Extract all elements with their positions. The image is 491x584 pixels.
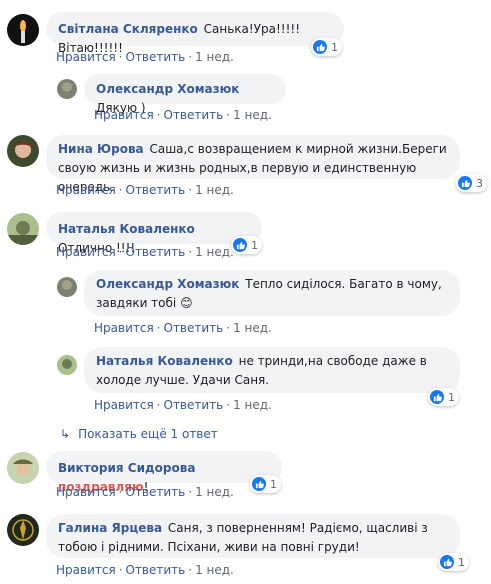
comment-time[interactable]: 1 нед. — [195, 50, 234, 64]
reply-bubble: Олександр Хомазюк Дякую ) — [84, 74, 286, 115]
comment-actions: Нравится · Ответить · 1 нед. — [56, 563, 234, 577]
comment-bubble: Галина Ярцева Саня, з поверненням! Радіє… — [46, 514, 460, 558]
avatar[interactable] — [57, 355, 77, 375]
comment-bubble: Світлана Скляренко Санька!Ура!!!!!Вітаю!… — [46, 12, 344, 55]
like-link[interactable]: Нравится — [56, 485, 116, 499]
reply-link[interactable]: Ответить — [126, 563, 186, 577]
comment-author[interactable]: Олександр Хомазюк — [96, 82, 239, 96]
comment-author[interactable]: Нина Юрова — [58, 142, 144, 156]
show-more-replies-link[interactable]: ↳ Показать ещё 1 ответ — [60, 427, 218, 441]
reply-link[interactable]: Ответить — [126, 50, 186, 64]
avatar-photo — [7, 452, 39, 484]
comment-author[interactable]: Наталья Коваленко — [58, 222, 195, 236]
comment-actions: Нравится · Ответить · 1 нед. — [94, 321, 272, 335]
comment-time[interactable]: 1 нед. — [233, 108, 272, 122]
comment-actions: Нравится · Ответить · 1 нед. — [94, 398, 272, 412]
comment-time[interactable]: 1 нед. — [195, 485, 234, 499]
comment-bubble: Наталья Коваленко Отлично !!!! — [46, 212, 262, 255]
comment-author[interactable]: Світлана Скляренко — [58, 22, 198, 36]
comment-actions: Нравится · Ответить · 1 нед. — [56, 245, 234, 259]
like-icon — [458, 176, 472, 190]
comment-bubble: Нина Юрова Саша,с возвращением к мирной … — [46, 135, 460, 194]
avatar-photo — [7, 135, 39, 167]
avatar[interactable] — [57, 277, 77, 297]
like-link[interactable]: Нравится — [56, 245, 116, 259]
like-link[interactable]: Нравится — [56, 563, 116, 577]
like-icon — [233, 238, 247, 252]
reaction-count[interactable]: 1 — [428, 388, 459, 406]
reaction-count[interactable]: 1 — [250, 475, 281, 493]
comment-author[interactable]: Виктория Сидорова — [58, 461, 195, 475]
comment-time[interactable]: 1 нед. — [195, 563, 234, 577]
reply-bubble: Олександр Хомазюк Тепло сиділося. Багато… — [84, 270, 460, 316]
reply-link[interactable]: Ответить — [164, 108, 224, 122]
avatar-photo — [57, 277, 77, 297]
like-link[interactable]: Нравится — [94, 321, 154, 335]
like-icon — [252, 477, 266, 491]
like-link[interactable]: Нравится — [94, 108, 154, 122]
reaction-count[interactable]: 1 — [231, 236, 262, 254]
comment-time[interactable]: 1 нед. — [233, 398, 272, 412]
reaction-count[interactable]: 1 — [438, 553, 469, 571]
comment-actions: Нравится · Ответить · 1 нед. — [56, 485, 234, 499]
reaction-count[interactable]: 3 — [456, 174, 487, 192]
comment-bubble: Виктория Сидорова поздравляю! — [46, 451, 282, 494]
like-icon — [440, 555, 454, 569]
reply-link[interactable]: Ответить — [126, 245, 186, 259]
candle-icon — [7, 14, 39, 46]
avatar-photo — [57, 79, 77, 99]
avatar[interactable] — [7, 514, 39, 546]
reply-link[interactable]: Ответить — [126, 183, 186, 197]
avatar[interactable] — [7, 135, 39, 167]
comment-time[interactable]: 1 нед. — [195, 183, 234, 197]
comment-actions: Нравится · Ответить · 1 нед. — [94, 108, 272, 122]
comment-author[interactable]: Олександр Хомазюк — [96, 277, 239, 291]
reply-arrow-icon: ↳ — [60, 427, 71, 441]
reply-link[interactable]: Ответить — [164, 398, 224, 412]
like-icon — [313, 40, 327, 54]
like-icon — [430, 390, 444, 404]
like-link[interactable]: Нравится — [56, 50, 116, 64]
comment-author[interactable]: Галина Ярцева — [58, 521, 162, 535]
reply-link[interactable]: Ответить — [126, 485, 186, 499]
reply-bubble: Наталья Коваленко не тринди,на свободе д… — [84, 347, 460, 393]
avatar-photo — [57, 355, 77, 375]
avatar[interactable] — [7, 452, 39, 484]
avatar[interactable] — [57, 79, 77, 99]
like-link[interactable]: Нравится — [94, 398, 154, 412]
reply-link[interactable]: Ответить — [164, 321, 224, 335]
comment-time[interactable]: 1 нед. — [195, 245, 234, 259]
comment-actions: Нравится · Ответить · 1 нед. — [56, 183, 234, 197]
avatar[interactable] — [7, 14, 39, 46]
comment-time[interactable]: 1 нед. — [233, 321, 272, 335]
like-link[interactable]: Нравится — [56, 183, 116, 197]
avatar-photo — [7, 213, 39, 245]
comment-author[interactable]: Наталья Коваленко — [96, 354, 233, 368]
emblem-icon — [7, 514, 39, 546]
reaction-count[interactable]: 1 — [311, 38, 342, 56]
comment-actions: Нравится · Ответить · 1 нед. — [56, 50, 234, 64]
avatar[interactable] — [7, 213, 39, 245]
